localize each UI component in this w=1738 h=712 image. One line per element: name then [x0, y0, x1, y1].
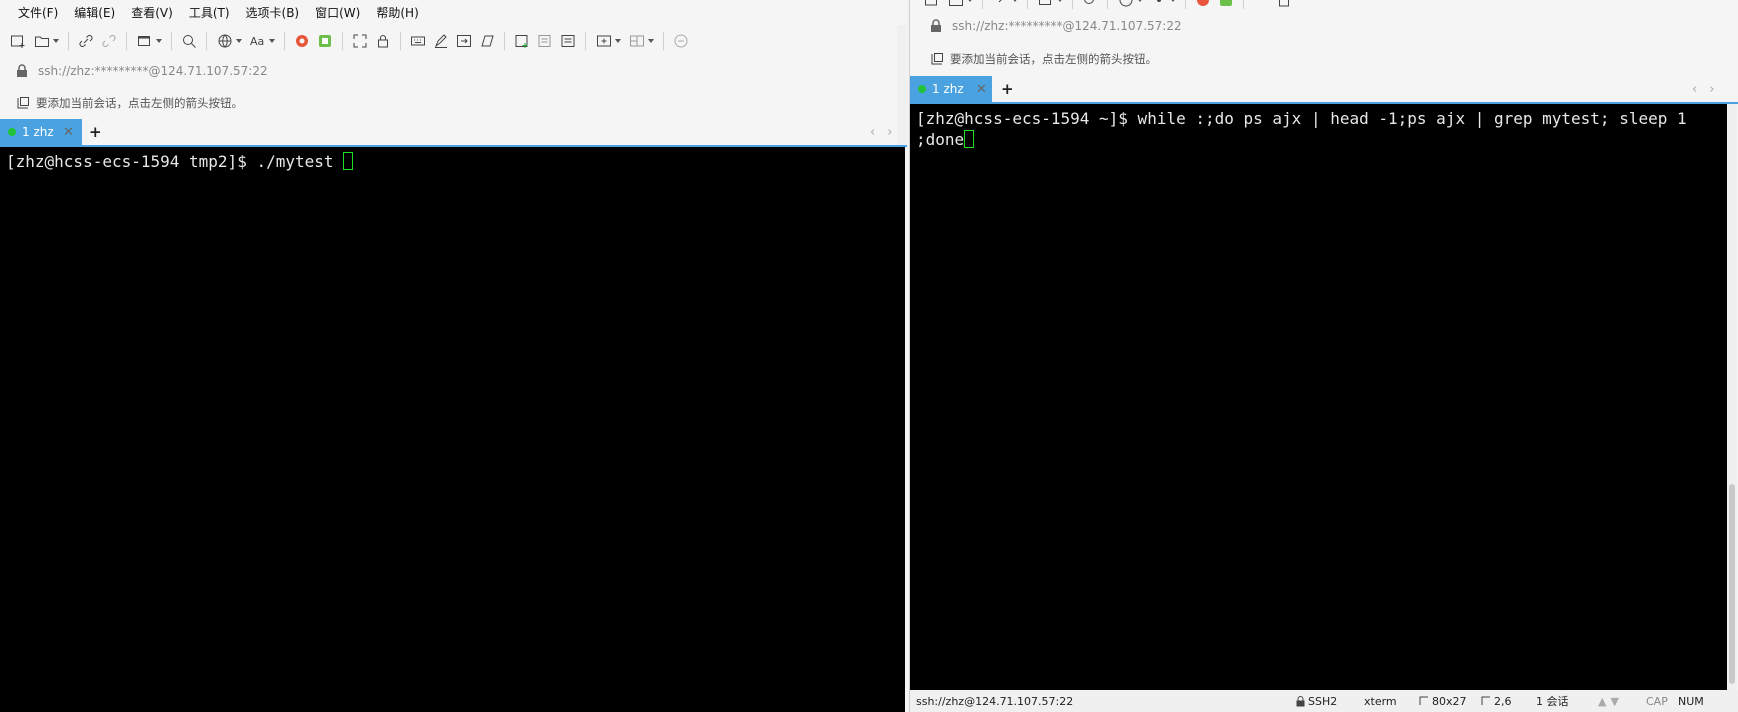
tab-scroll-arrows: ‹ ›: [1692, 76, 1714, 102]
lock-icon: [1296, 695, 1305, 706]
lock-icon: [931, 19, 941, 32]
link-icon[interactable]: [76, 31, 96, 51]
menu-bar: 文件(F) 编辑(E) 查看(V) 工具(T) 选项卡(B) 窗口(W) 帮助(…: [0, 0, 427, 25]
hint-bar: 要添加当前会话，点击左侧的箭头按钮。: [0, 89, 243, 117]
color-scheme-icon[interactable]: [292, 31, 312, 51]
fullscreen-icon[interactable]: [1251, 0, 1271, 10]
toolbar: Aa: [8, 27, 691, 55]
notes-icon[interactable]: [558, 31, 578, 51]
resize-icon: [1419, 696, 1428, 705]
hint-text: 要添加当前会话，点击左侧的箭头按钮。: [36, 96, 243, 110]
svg-text:Aa: Aa: [250, 35, 264, 48]
open-folder-icon[interactable]: [31, 31, 61, 51]
close-icon[interactable]: ✕: [63, 119, 74, 145]
font-icon[interactable]: Aa: [247, 31, 277, 51]
cursor-position-icon: [1481, 696, 1490, 705]
status-caps: CAP: [1646, 694, 1668, 708]
tab-bar: 1 zhz ✕ + ‹ ›: [0, 119, 907, 145]
address-bar[interactable]: ssh://zhz:*********@124.71.107.57:22: [910, 11, 1182, 41]
lock-icon[interactable]: [1274, 0, 1294, 10]
chevron-left-icon[interactable]: ‹: [870, 125, 875, 140]
tab-label: 1 zhz: [22, 125, 54, 139]
status-address: ssh://zhz@124.71.107.57:22: [916, 694, 1074, 708]
new-tab-plus-icon[interactable]: +: [1001, 76, 1014, 102]
chat-icon[interactable]: [671, 31, 691, 51]
chevron-right-icon[interactable]: ›: [887, 125, 892, 140]
search-icon[interactable]: [179, 31, 199, 51]
status-term-type: xterm: [1364, 694, 1397, 708]
terminal-line-2: ;done: [916, 130, 965, 149]
add-pane-icon[interactable]: [593, 31, 623, 51]
address-text: ssh://zhz:*********@124.71.107.57:22: [38, 64, 268, 78]
fullscreen-icon[interactable]: [350, 31, 370, 51]
open-folder-icon[interactable]: [945, 0, 975, 10]
keyboard-icon[interactable]: [408, 31, 428, 51]
session-status-dot: [8, 128, 16, 136]
status-protocol: SSH2: [1308, 694, 1338, 708]
compose-icon[interactable]: [431, 31, 451, 51]
menu-tabs[interactable]: 选项卡(B): [246, 4, 300, 21]
new-window-icon[interactable]: [1035, 0, 1065, 10]
menu-help[interactable]: 帮助(H): [376, 4, 418, 21]
status-num: NUM: [1678, 694, 1704, 708]
close-icon[interactable]: ✕: [976, 76, 987, 102]
lock-icon: [17, 64, 27, 77]
font-icon[interactable]: [1148, 0, 1178, 10]
menu-edit[interactable]: 编辑(E): [74, 4, 115, 21]
right-window: ssh://zhz:*********@124.71.107.57:22 要添加…: [909, 0, 1738, 712]
chevron-left-icon[interactable]: ‹: [1692, 82, 1697, 97]
arrow-up-icon[interactable]: ▲: [1598, 695, 1606, 708]
add-session-arrow-icon[interactable]: [930, 52, 944, 66]
vertical-scrollbar[interactable]: [897, 25, 907, 145]
globe-icon[interactable]: [1115, 0, 1145, 10]
link-icon[interactable]: [990, 0, 1020, 10]
tab-bar: 1 zhz ✕ + ‹ ›: [910, 76, 1738, 102]
status-size: 80x27: [1432, 694, 1467, 708]
tab-scroll-arrows: ‹ ›: [870, 119, 892, 145]
layout-icon[interactable]: [626, 31, 656, 51]
globe-icon[interactable]: [214, 31, 244, 51]
lock-icon[interactable]: [373, 31, 393, 51]
search-icon[interactable]: [1080, 0, 1100, 10]
transfer-icon[interactable]: [454, 31, 474, 51]
new-session-icon[interactable]: [8, 31, 28, 51]
terminal-right[interactable]: [zhz@hcss-ecs-1594 ~]$ while :;do ps ajx…: [910, 104, 1727, 690]
menu-view[interactable]: 查看(V): [131, 4, 173, 21]
terminal-cursor: [964, 130, 975, 148]
script-icon[interactable]: [1216, 0, 1236, 10]
arrow-down-icon[interactable]: ▼: [1610, 695, 1618, 708]
scrollbar-thumb[interactable]: [1729, 484, 1735, 684]
terminal-line: [zhz@hcss-ecs-1594 tmp2]$ ./mytest: [6, 152, 344, 171]
tunnel-icon[interactable]: [477, 31, 497, 51]
hint-bar: 要添加当前会话，点击左侧的箭头按钮。: [910, 45, 1157, 73]
terminal-cursor: [343, 152, 354, 170]
color-scheme-icon[interactable]: [1193, 0, 1213, 10]
new-window-icon[interactable]: [134, 31, 164, 51]
vertical-scrollbar[interactable]: [1727, 104, 1737, 690]
script-icon[interactable]: [315, 31, 335, 51]
address-bar[interactable]: ssh://zhz:*********@124.71.107.57:22: [0, 56, 268, 86]
status-bar: ssh://zhz@124.71.107.57:22 SSH2 xterm 80…: [910, 690, 1738, 712]
unlink-icon[interactable]: [99, 31, 119, 51]
session-status-dot: [918, 85, 926, 93]
add-session-arrow-icon[interactable]: [16, 96, 30, 110]
menu-window[interactable]: 窗口(W): [315, 4, 360, 21]
hint-text: 要添加当前会话，点击左侧的箭头按钮。: [950, 52, 1157, 66]
terminal-left[interactable]: [zhz@hcss-ecs-1594 tmp2]$ ./mytest: [0, 147, 905, 712]
new-session-icon[interactable]: [922, 0, 942, 10]
address-text: ssh://zhz:*********@124.71.107.57:22: [952, 19, 1182, 33]
new-tab-plus-icon[interactable]: +: [89, 119, 102, 145]
status-cursor-pos: 2,6: [1494, 694, 1512, 708]
log-gray-icon[interactable]: [535, 31, 555, 51]
menu-file[interactable]: 文件(F): [18, 4, 58, 21]
terminal-line-1: [zhz@hcss-ecs-1594 ~]$ while :;do ps ajx…: [916, 109, 1687, 128]
chevron-right-icon[interactable]: ›: [1709, 82, 1714, 97]
left-window: 文件(F) 编辑(E) 查看(V) 工具(T) 选项卡(B) 窗口(W) 帮助(…: [0, 0, 907, 712]
log-green-icon[interactable]: [512, 31, 532, 51]
status-sessions[interactable]: 1 会话: [1536, 693, 1598, 709]
tab-label: 1 zhz: [932, 82, 964, 96]
menu-tools[interactable]: 工具(T): [189, 4, 230, 21]
